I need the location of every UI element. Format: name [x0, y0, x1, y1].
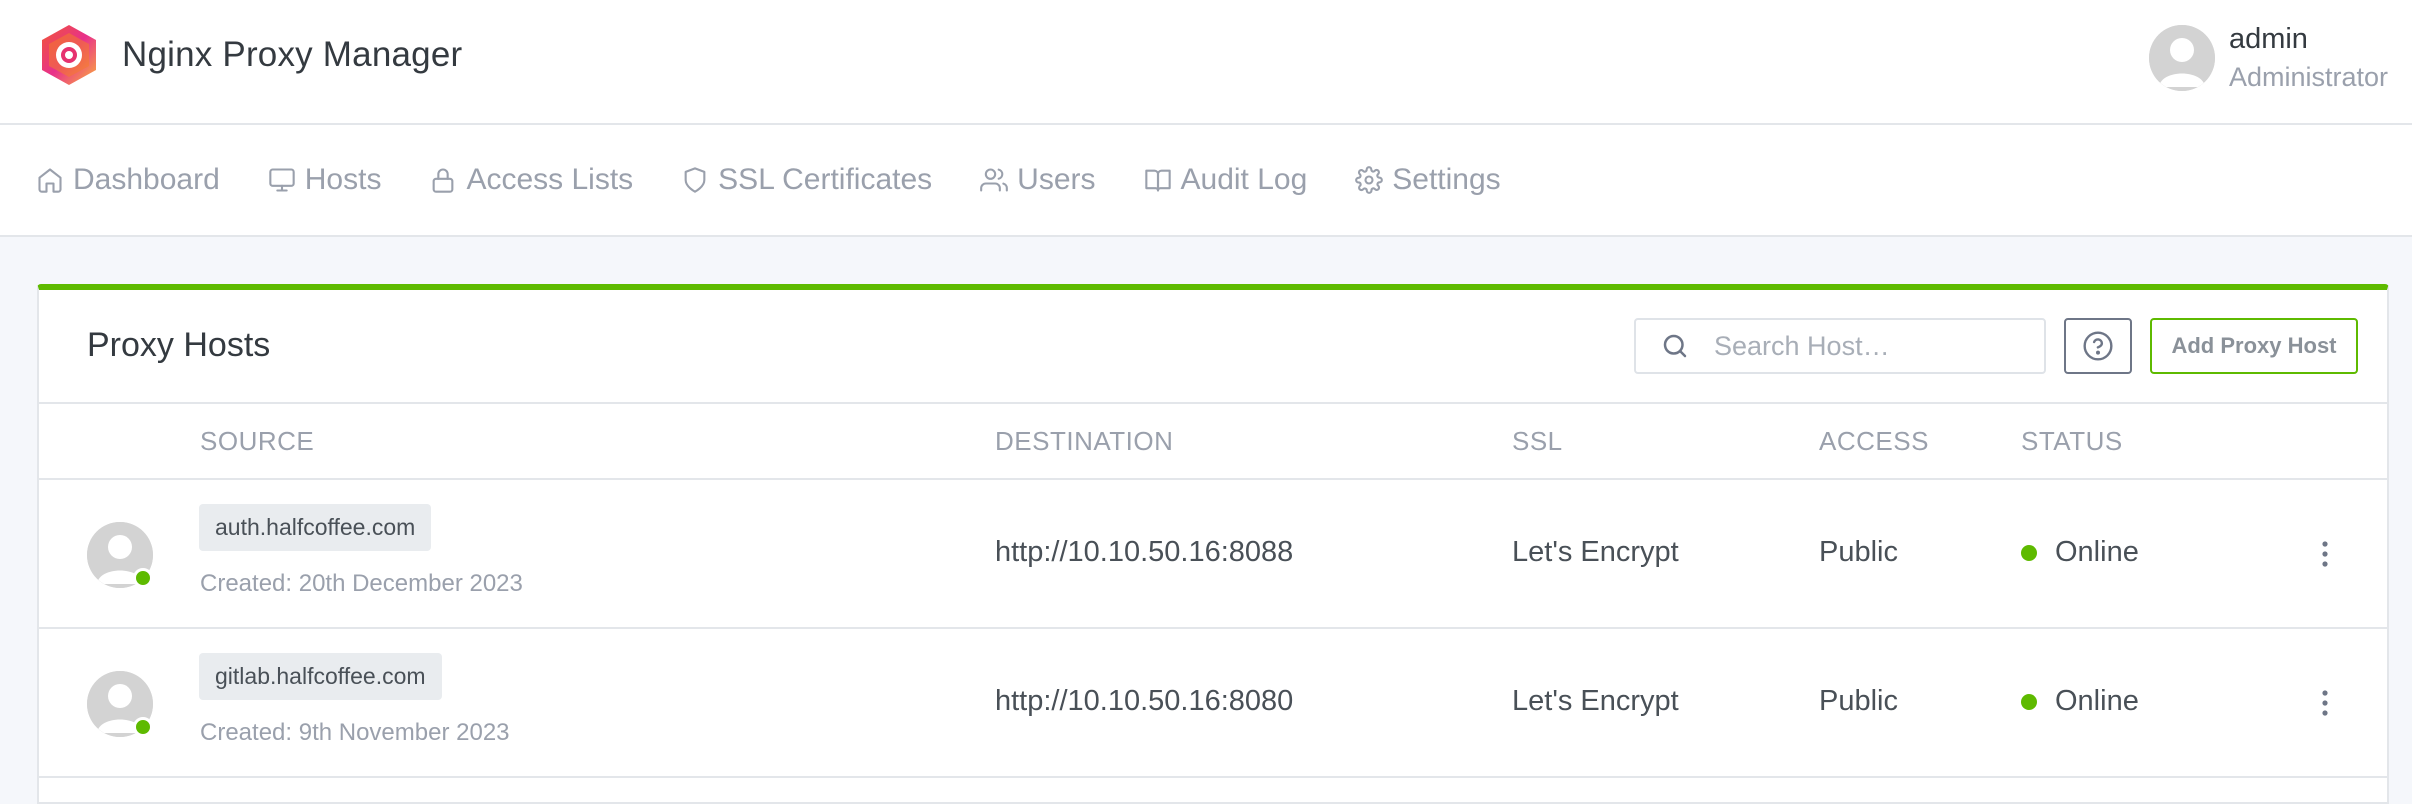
destination-cell: http://10.10.50.16:8080: [995, 685, 1294, 717]
table-row[interactable]: auth.halfcoffee.com Created: 20th Decemb…: [39, 480, 2387, 629]
online-indicator: [133, 717, 153, 737]
nav-label: Access Lists: [466, 163, 634, 196]
created-date: Created: 9th November 2023: [200, 719, 510, 746]
nav-label: Settings: [1392, 163, 1501, 196]
table-header: SOURCE DESTINATION SSL ACCESS STATUS: [39, 404, 2387, 480]
online-indicator: [133, 568, 153, 588]
ssl-cell: Let's Encrypt: [1512, 536, 1679, 568]
created-date: Created: 20th December 2023: [200, 570, 523, 597]
user-menu[interactable]: admin Administrator: [2148, 22, 2388, 93]
proxy-hosts-card: Proxy Hosts Add Proxy Host SOURCE DESTIN…: [37, 284, 2389, 804]
status-badge: Online: [2021, 536, 2139, 569]
status-dot: [2021, 544, 2037, 561]
users-icon: [980, 168, 1009, 192]
ssl-cell: Let's Encrypt: [1512, 685, 1679, 717]
status-badge: Online: [2021, 685, 2139, 718]
app-title: Nginx Proxy Manager: [122, 35, 463, 74]
book-icon: [1144, 169, 1171, 192]
user-name: admin: [2228, 23, 2308, 55]
row-actions-button[interactable]: [2315, 536, 2335, 572]
access-cell: Public: [1819, 685, 1898, 717]
monitor-icon: [269, 168, 295, 192]
main-nav: Dashboard Hosts Access Lists SSL Certifi…: [0, 125, 2412, 237]
help-button[interactable]: [2064, 318, 2132, 374]
home-icon: [38, 168, 62, 193]
row-actions-button[interactable]: [2315, 685, 2335, 721]
nav-label: Dashboard: [73, 163, 220, 196]
search-box[interactable]: [1634, 318, 2046, 374]
column-header-source[interactable]: SOURCE: [200, 426, 314, 457]
nav-item-users[interactable]: Users: [980, 163, 1096, 197]
column-header-access[interactable]: ACCESS: [1819, 426, 1929, 457]
more-vertical-icon: [2322, 541, 2328, 567]
lock-icon: [433, 168, 454, 193]
brand[interactable]: Nginx Proxy Manager: [40, 24, 462, 86]
column-header-ssl[interactable]: SSL: [1512, 426, 1563, 457]
nav-label: Users: [1017, 163, 1096, 196]
more-vertical-icon: [2322, 690, 2328, 716]
top-header: Nginx Proxy Manager admin Administrator: [0, 0, 2412, 125]
gear-icon: [1355, 166, 1384, 194]
avatar: [87, 671, 153, 737]
add-proxy-host-button[interactable]: Add Proxy Host: [2150, 318, 2358, 374]
search-icon: [1663, 334, 1687, 358]
nav-label: Audit Log: [1180, 163, 1308, 196]
nav-label: SSL Certificates: [718, 163, 933, 196]
page-title: Proxy Hosts: [87, 326, 271, 364]
nav-item-hosts[interactable]: Hosts: [268, 163, 382, 197]
destination-cell: http://10.10.50.16:8088: [995, 536, 1294, 568]
column-header-destination[interactable]: DESTINATION: [995, 426, 1173, 457]
avatar[interactable]: [2148, 24, 2215, 91]
nav-item-dashboard[interactable]: Dashboard: [36, 163, 220, 197]
user-role: Administrator: [2228, 61, 2388, 92]
shield-icon: [684, 167, 706, 193]
nginx-proxy-manager-logo-icon: [42, 25, 96, 85]
help-circle-icon: [2083, 331, 2113, 361]
table-row[interactable]: gitlab.halfcoffee.com Created: 9th Novem…: [39, 629, 2387, 778]
nav-item-settings[interactable]: Settings: [1355, 163, 1501, 197]
avatar: [87, 522, 153, 588]
nav-item-audit-log[interactable]: Audit Log: [1144, 163, 1308, 197]
access-cell: Public: [1819, 536, 1898, 568]
status-text: Online: [2055, 536, 2139, 568]
card-header: Proxy Hosts Add Proxy Host: [39, 290, 2387, 404]
nav-item-access-lists[interactable]: Access Lists: [429, 163, 633, 197]
domain-tag[interactable]: gitlab.halfcoffee.com: [199, 653, 442, 700]
column-header-status[interactable]: STATUS: [2021, 426, 2123, 457]
status-dot: [2021, 693, 2037, 710]
nav-label: Hosts: [304, 163, 382, 196]
domain-tag[interactable]: auth.halfcoffee.com: [199, 504, 432, 551]
search-input[interactable]: [1712, 329, 2032, 363]
status-text: Online: [2055, 685, 2139, 717]
nav-item-ssl-certificates[interactable]: SSL Certificates: [681, 163, 932, 197]
